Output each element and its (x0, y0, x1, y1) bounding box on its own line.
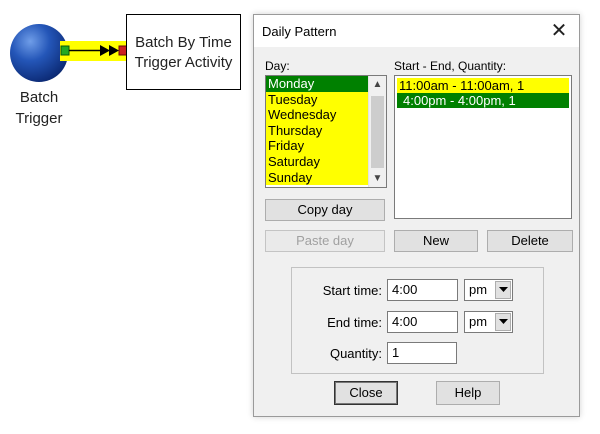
schedule-list-item[interactable]: 11:00am - 11:00am, 1 (397, 78, 569, 93)
day-list-item[interactable]: Tuesday (266, 91, 368, 108)
help-button[interactable]: Help (436, 381, 500, 405)
start-time-input[interactable]: 4:00 (387, 279, 458, 301)
scroll-thumb[interactable] (371, 96, 384, 168)
day-scrollbar[interactable]: ▲ ▼ (368, 76, 386, 187)
start-ampm-value: pm (469, 282, 488, 297)
day-list-item[interactable]: Thursday (266, 122, 368, 139)
close-button[interactable]: Close (334, 381, 398, 405)
activity-label: Batch By Time Trigger Activity (134, 34, 233, 71)
new-button[interactable]: New (394, 230, 478, 252)
schedule-listbox[interactable]: 11:00am - 11:00am, 1 4:00pm - 4:00pm, 1 (394, 75, 572, 219)
connector-arrow[interactable] (60, 38, 130, 66)
end-ampm-dropdown-icon[interactable] (495, 313, 511, 331)
end-ampm-value: pm (469, 314, 488, 329)
daily-pattern-dialog: Daily Pattern ✕ Day: Monday Tuesday Wednes… (253, 14, 580, 417)
day-label: Day: (265, 59, 290, 73)
time-settings-group: Start time: 4:00 pm End time: 4:00 pm Qu… (291, 267, 544, 374)
day-list-item[interactable]: Wednesday (266, 107, 368, 123)
start-time-label: Start time: (322, 283, 382, 298)
delete-button[interactable]: Delete (487, 230, 573, 252)
quantity-label: Quantity: (329, 346, 382, 361)
day-listbox[interactable]: Monday Tuesday Wednesday Thursday Friday Satu… (265, 75, 387, 188)
day-list-item[interactable]: Monday (266, 76, 368, 92)
schedule-list: 11:00am - 11:00am, 1 4:00pm - 4:00pm, 1 (395, 78, 571, 108)
schedule-list-item[interactable]: 4:00pm - 4:00pm, 1 (397, 93, 569, 108)
scroll-up-icon[interactable]: ▲ (369, 76, 386, 93)
scroll-down-icon[interactable]: ▼ (369, 170, 386, 187)
connector-start-port (60, 45, 70, 56)
day-list-item[interactable]: Saturday (266, 153, 368, 170)
end-time-input[interactable]: 4:00 (387, 311, 458, 333)
day-list-item[interactable]: Friday (266, 138, 368, 154)
end-ampm-select[interactable]: pm (464, 311, 513, 333)
dialog-titlebar[interactable]: Daily Pattern ✕ (254, 15, 579, 47)
start-ampm-select[interactable]: pm (464, 279, 513, 301)
day-list-item[interactable]: Sunday (266, 169, 368, 186)
schedule-label: Start - End, Quantity: (394, 59, 507, 73)
batch-trigger-label: Batch Trigger (15, 89, 63, 127)
paste-day-button[interactable]: Paste day (265, 230, 385, 252)
quantity-input[interactable]: 1 (387, 342, 457, 364)
close-icon[interactable]: ✕ (545, 18, 573, 44)
dialog-title: Daily Pattern (262, 24, 337, 39)
end-time-label: End time: (327, 315, 382, 330)
start-ampm-dropdown-icon[interactable] (495, 281, 511, 299)
copy-day-button[interactable]: Copy day (265, 199, 385, 221)
